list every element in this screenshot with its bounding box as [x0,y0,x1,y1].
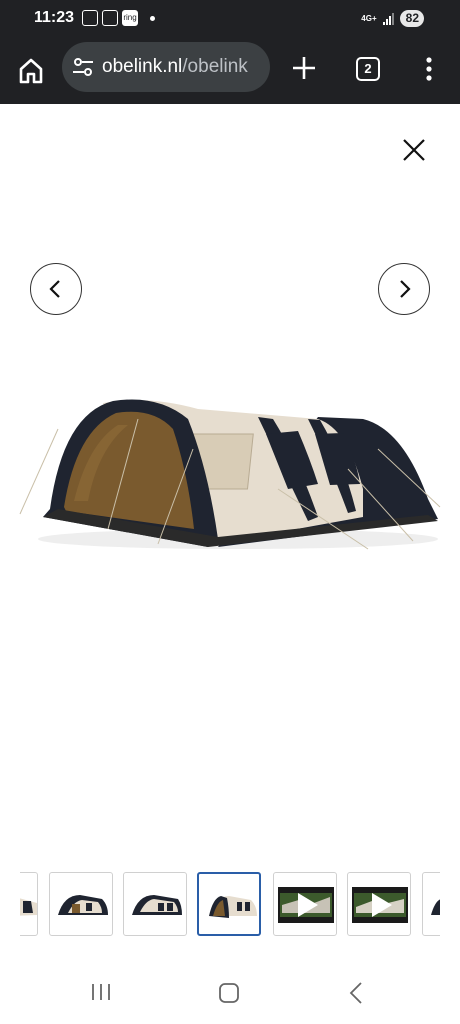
thumbnail-1[interactable] [20,872,38,936]
screenshot-icon [82,10,98,26]
more-notifications-icon [150,15,155,21]
stack-icon [102,10,118,26]
status-time: 11:23 [34,9,75,26]
battery-level: 82 [405,11,419,25]
image-gallery-modal [0,104,460,960]
ring-icon: ring [122,10,138,26]
url-text[interactable]: obelink.nl/obelink [102,56,262,78]
new-tab-button[interactable] [290,54,318,82]
url-domain: obelink.nl [102,56,183,77]
more-vert-icon [426,57,432,81]
network-type: 4G+ [361,13,377,23]
status-indicators: 4G+ 82 [361,10,424,27]
thumbnail-4-active[interactable] [197,872,261,936]
previous-image-button[interactable] [30,263,82,315]
battery-indicator: 82 [399,10,424,27]
thumbnail-5-video[interactable] [273,872,337,936]
signal-icon [382,12,394,25]
recent-apps-icon[interactable] [90,982,112,1002]
system-navigation-bar [0,960,460,1024]
chevron-right-icon [400,280,411,298]
address-bar[interactable]: obelink.nl/obelink [62,42,270,92]
thumbnail-2[interactable] [49,872,113,936]
url-path: /obelink [182,56,248,77]
home-nav-icon[interactable] [218,982,240,1004]
chevron-left-icon [49,280,60,298]
plus-icon [293,57,315,79]
thumbnail-strip [20,872,440,936]
notification-icons: ring [82,10,155,26]
status-bar: 11:23 ring 4G+ 82 [0,0,460,38]
home-button[interactable] [16,56,46,86]
thumbnail-6-video[interactable] [347,872,411,936]
back-icon[interactable] [348,981,364,1005]
browser-toolbar: obelink.nl/obelink 2 [0,38,460,104]
close-button[interactable] [400,136,428,164]
close-icon [403,139,425,161]
thumbnail-3[interactable] [123,872,187,936]
menu-button[interactable] [422,56,436,82]
home-icon [19,58,43,84]
tune-icon[interactable] [72,57,94,77]
next-image-button[interactable] [378,263,430,315]
tent-product-image [19,399,441,550]
thumbnail-7[interactable] [422,872,440,936]
tab-switcher-button[interactable]: 2 [356,57,380,81]
